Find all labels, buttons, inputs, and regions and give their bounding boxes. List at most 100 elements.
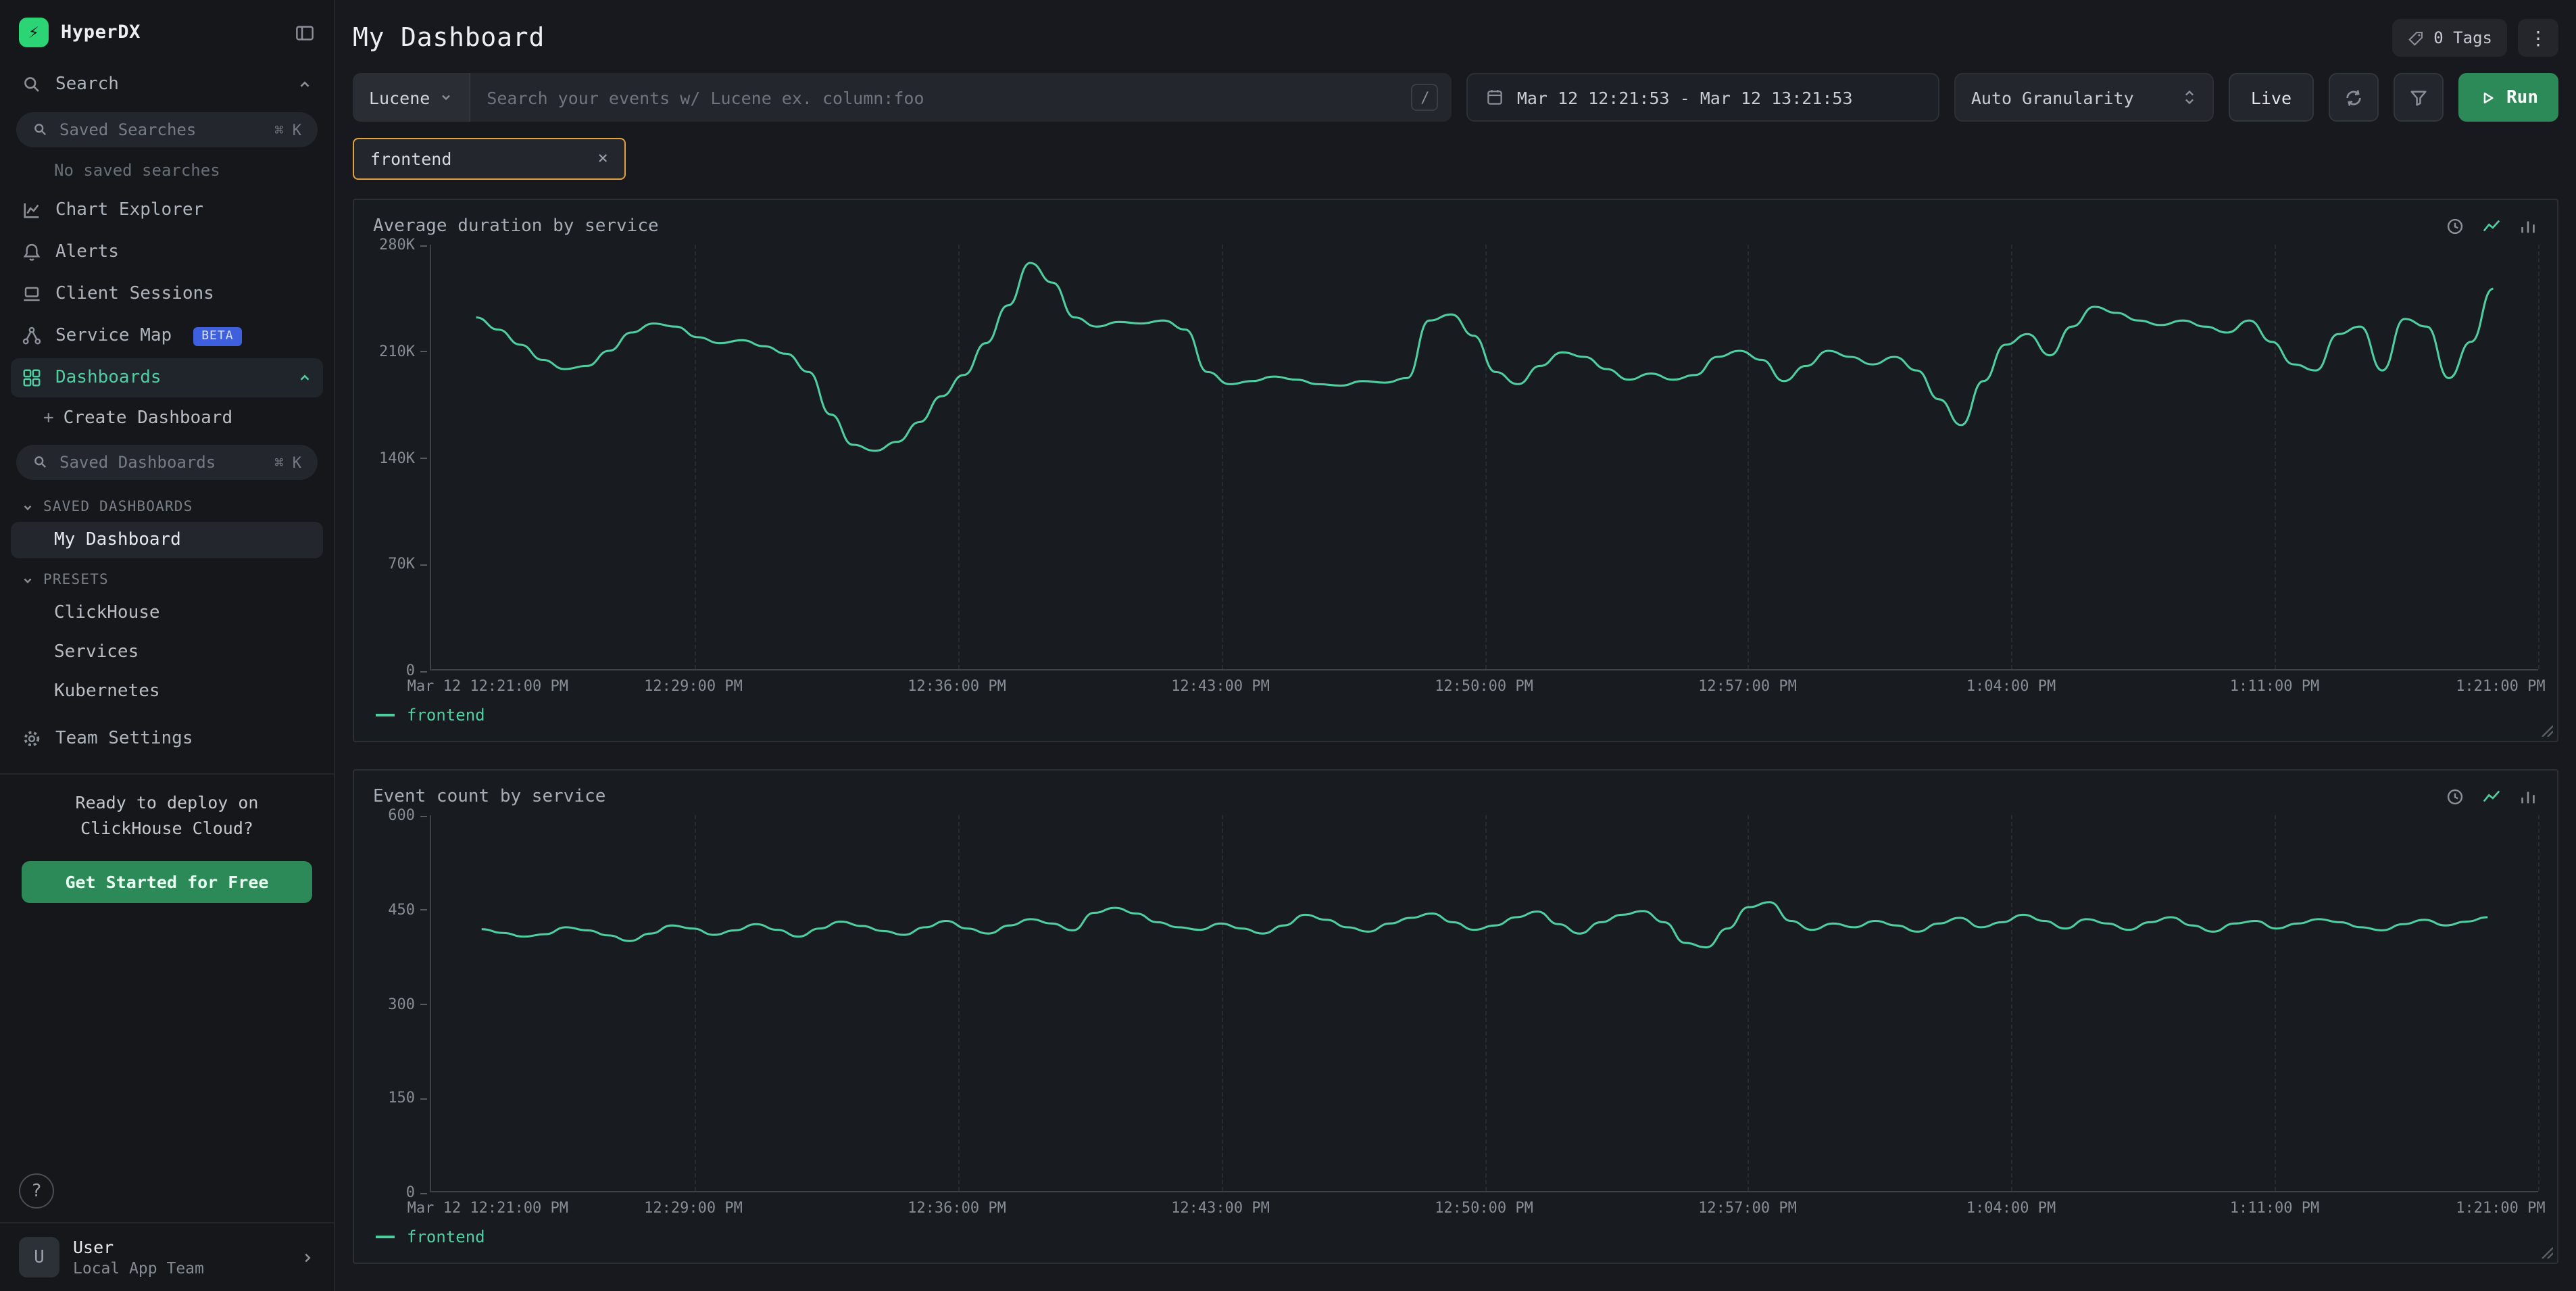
sidebar-item-team-settings[interactable]: Team Settings bbox=[11, 719, 323, 758]
query-search-group: Lucene / bbox=[353, 73, 1452, 122]
x-axis: Mar 12 12:21:00 PM12:29:00 PM12:36:00 PM… bbox=[430, 671, 2538, 700]
sidebar-item-alerts[interactable]: Alerts bbox=[11, 233, 323, 272]
sidebar-item-search[interactable]: Search bbox=[11, 65, 323, 104]
sidebar-item-label: Client Sessions bbox=[55, 284, 214, 304]
gridline bbox=[958, 815, 960, 1191]
sidebar-item-dashboards[interactable]: Dashboards bbox=[11, 358, 323, 397]
x-tick-label: 1:11:00 PM bbox=[2230, 677, 2319, 695]
granularity-value: Auto Granularity bbox=[1971, 87, 2134, 107]
legend-item[interactable]: frontend bbox=[376, 1227, 485, 1246]
no-saved-searches-note: No saved searches bbox=[0, 154, 334, 189]
resize-handle-icon[interactable] bbox=[2540, 1245, 2553, 1259]
chevron-down-icon bbox=[22, 501, 34, 513]
user-team: Local App Team bbox=[73, 1259, 204, 1277]
bar-chart-icon[interactable] bbox=[2518, 216, 2538, 237]
date-range-picker[interactable]: Mar 12 12:21:53 - Mar 12 13:21:53 bbox=[1467, 73, 1940, 122]
gridline bbox=[958, 245, 960, 669]
chart-legend: frontend bbox=[373, 1222, 2538, 1257]
gridline bbox=[2538, 815, 2540, 1191]
sidebar-item-preset-kubernetes[interactable]: Kubernetes bbox=[11, 673, 323, 710]
chart-plot[interactable] bbox=[430, 815, 2538, 1192]
resize-handle-icon[interactable] bbox=[2540, 723, 2553, 737]
run-button[interactable]: Run bbox=[2458, 73, 2558, 122]
main-content: My Dashboard 0 Tags ⋮ Lucene bbox=[335, 0, 2576, 1291]
filter-bar: Lucene / Mar 12 12:21:53 - Mar 12 13:21:… bbox=[353, 73, 2558, 122]
sidebar-item-preset-services[interactable]: Services bbox=[11, 634, 323, 671]
y-tick-label: 140K bbox=[379, 449, 427, 466]
y-axis: 280K210K140K70K0 bbox=[373, 245, 430, 671]
refresh-icon bbox=[2343, 87, 2363, 107]
filter-chip-frontend[interactable]: frontend × bbox=[353, 138, 626, 180]
sidebar-item-label: Chart Explorer bbox=[55, 200, 203, 220]
refresh-button[interactable] bbox=[2328, 73, 2378, 122]
legend-item[interactable]: frontend bbox=[376, 706, 485, 725]
filter-funnel-icon bbox=[2408, 87, 2428, 107]
chevron-up-icon bbox=[297, 370, 312, 385]
chart-plot[interactable] bbox=[430, 245, 2538, 671]
chart-title: Average duration by service bbox=[373, 216, 659, 237]
calendar-icon bbox=[1486, 88, 1505, 107]
y-tick-label: 150 bbox=[388, 1090, 427, 1107]
laptop-icon bbox=[22, 284, 42, 304]
app-name: HyperDX bbox=[61, 22, 141, 43]
sidebar-item-label: Dashboards bbox=[55, 368, 162, 388]
saved-dashboards-input[interactable] bbox=[59, 453, 264, 472]
line-chart-icon[interactable] bbox=[2481, 787, 2502, 807]
x-tick-label: 12:36:00 PM bbox=[908, 1199, 1006, 1217]
create-dashboard-button[interactable]: + Create Dashboard bbox=[11, 400, 323, 437]
sidebar-item-label: Alerts bbox=[55, 242, 119, 262]
gridline bbox=[1221, 815, 1222, 1191]
presets-section-header[interactable]: PRESETS bbox=[0, 560, 334, 593]
live-button[interactable]: Live bbox=[2229, 73, 2313, 122]
sidebar-item-my-dashboard[interactable]: My Dashboard bbox=[11, 522, 323, 558]
line-chart-icon[interactable] bbox=[2481, 216, 2502, 237]
sidebar-collapse-icon[interactable] bbox=[295, 22, 315, 43]
close-icon[interactable]: × bbox=[597, 150, 608, 168]
dashboard-menu-button[interactable]: ⋮ bbox=[2518, 19, 2558, 57]
chart-panel-event-count: Event count by service 6004503001500 bbox=[353, 769, 2558, 1264]
saved-dashboards-searchbox[interactable]: ⌘ K bbox=[16, 445, 318, 480]
tags-button[interactable]: 0 Tags bbox=[2392, 19, 2507, 57]
clock-icon[interactable] bbox=[2445, 216, 2465, 237]
x-tick-label: 12:43:00 PM bbox=[1171, 1199, 1270, 1217]
saved-searches-input[interactable] bbox=[59, 120, 264, 139]
y-tick-label: 280K bbox=[379, 236, 427, 253]
gridline bbox=[1748, 245, 1750, 669]
chart-panel-average-duration: Average duration by service 280K210K140K… bbox=[353, 199, 2558, 742]
y-tick-label: 600 bbox=[388, 806, 427, 824]
sidebar-item-chart-explorer[interactable]: Chart Explorer bbox=[11, 191, 323, 230]
chevron-up-icon bbox=[297, 77, 312, 92]
page-title: My Dashboard bbox=[353, 23, 545, 53]
query-search-input[interactable] bbox=[470, 73, 1412, 122]
bell-icon bbox=[22, 242, 42, 262]
filter-button[interactable] bbox=[2393, 73, 2443, 122]
x-tick-label: 12:29:00 PM bbox=[644, 677, 743, 695]
clock-icon[interactable] bbox=[2445, 787, 2465, 807]
gridline bbox=[2538, 245, 2540, 669]
help-icon[interactable]: ? bbox=[19, 1173, 54, 1209]
sidebar-item-label: Team Settings bbox=[55, 729, 193, 749]
user-menu[interactable]: U User Local App Team bbox=[0, 1222, 334, 1291]
saved-searches-searchbox[interactable]: ⌘ K bbox=[16, 112, 318, 147]
query-language-dropdown[interactable]: Lucene bbox=[353, 73, 470, 122]
get-started-button[interactable]: Get Started for Free bbox=[22, 860, 312, 902]
search-icon bbox=[22, 74, 42, 95]
saved-dashboards-section-header[interactable]: SAVED DASHBOARDS bbox=[0, 487, 334, 520]
x-tick-label: 12:57:00 PM bbox=[1698, 1199, 1797, 1217]
chart-legend: frontend bbox=[373, 700, 2538, 735]
bar-chart-icon[interactable] bbox=[2518, 787, 2538, 807]
search-icon bbox=[32, 454, 49, 470]
chart-area: 6004503001500 Mar 12 12:21:00 PM12:29:00… bbox=[373, 815, 2538, 1257]
sidebar-item-preset-clickhouse[interactable]: ClickHouse bbox=[11, 595, 323, 631]
tags-button-label: 0 Tags bbox=[2433, 28, 2492, 47]
sidebar-item-service-map[interactable]: Service Map BETA bbox=[11, 316, 323, 356]
x-axis: Mar 12 12:21:00 PM12:29:00 PM12:36:00 PM… bbox=[430, 1192, 2538, 1222]
chevron-down-icon bbox=[22, 574, 34, 586]
sidebar-item-client-sessions[interactable]: Client Sessions bbox=[11, 274, 323, 314]
hyperdx-logo-icon: ⚡ bbox=[19, 18, 49, 47]
granularity-select[interactable]: Auto Granularity bbox=[1955, 73, 2214, 122]
x-tick-label: Mar 12 12:21:00 PM bbox=[407, 1199, 568, 1217]
logo-row[interactable]: ⚡ HyperDX bbox=[0, 0, 334, 64]
chevron-right-icon bbox=[300, 1250, 315, 1265]
plus-icon: + bbox=[43, 408, 54, 429]
